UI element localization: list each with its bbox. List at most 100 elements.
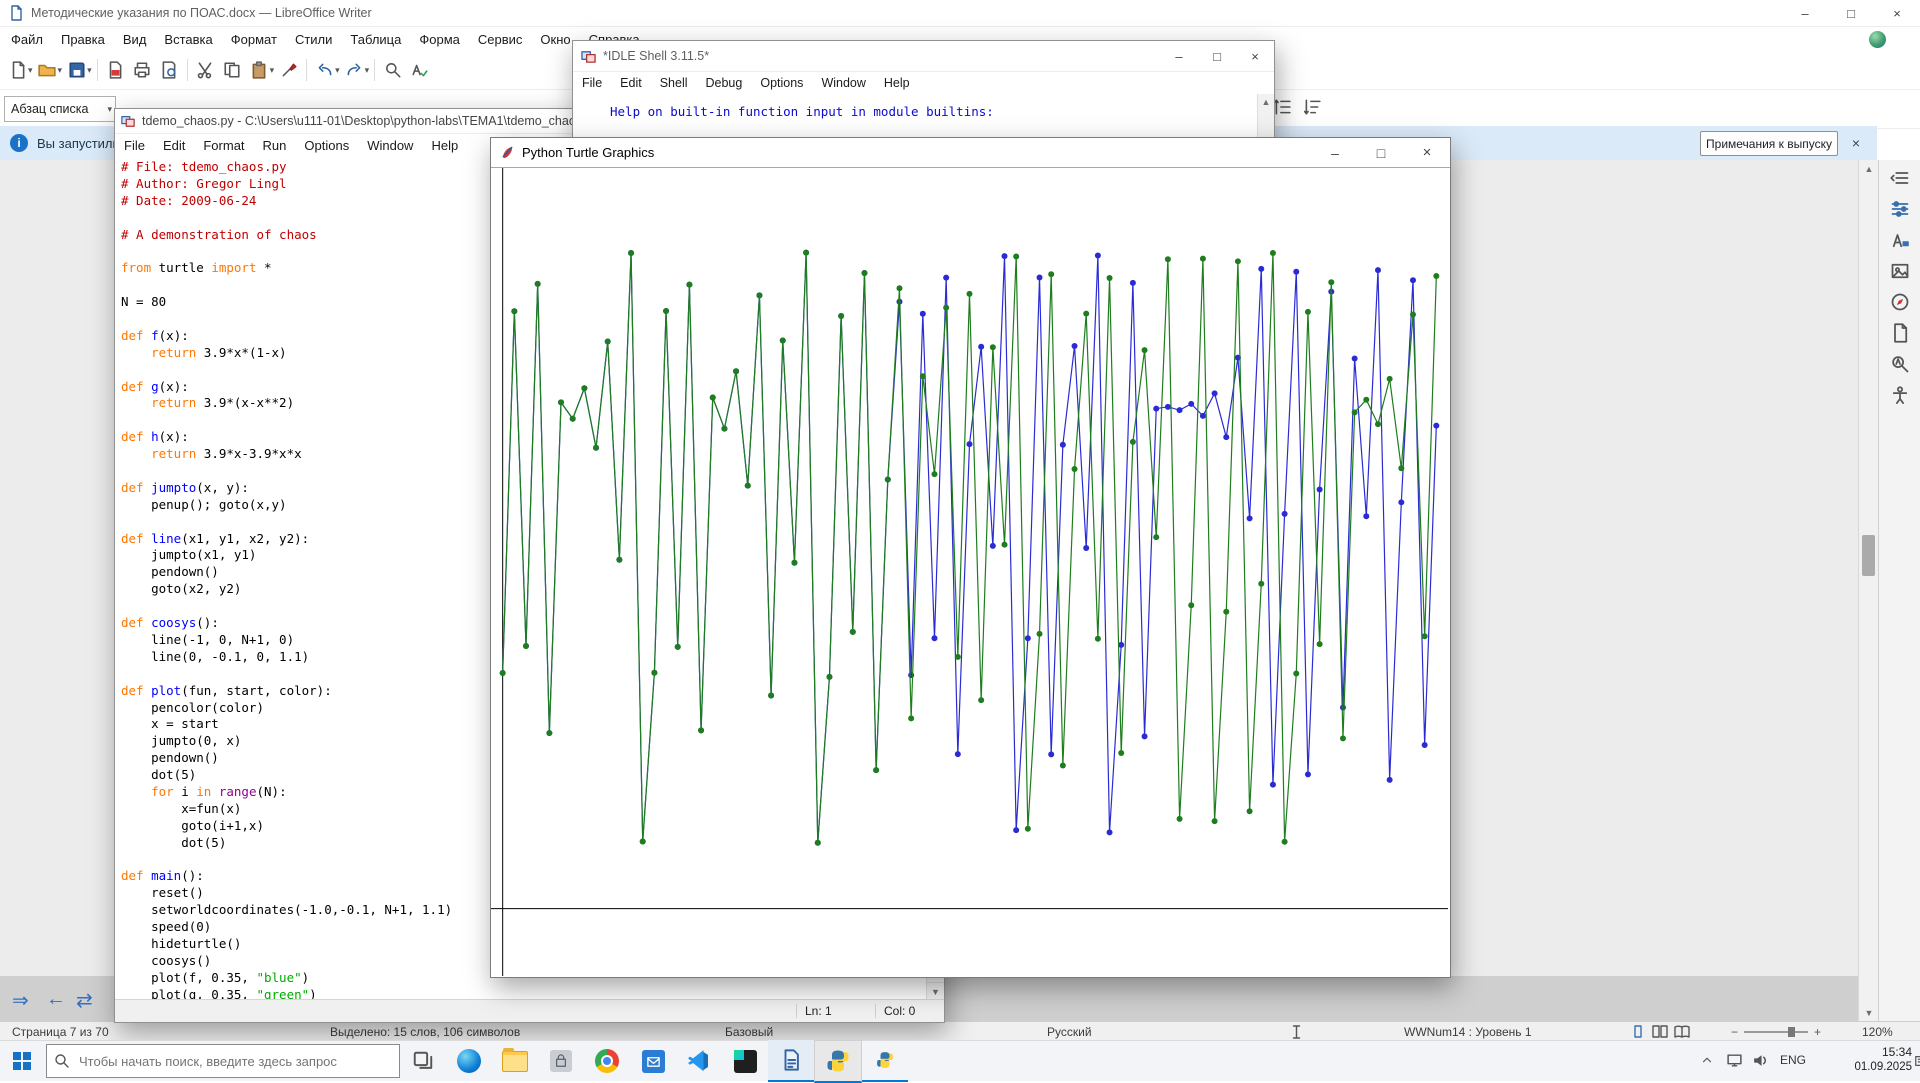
sidebar-menu-icon[interactable] — [1887, 165, 1913, 191]
turtle-maximize-button[interactable]: □ — [1358, 138, 1404, 167]
editor-menu-run[interactable]: Run — [254, 135, 296, 156]
status-selection[interactable]: Выделено: 15 слов, 106 символов — [330, 1025, 520, 1039]
clock[interactable]: 15:34 01.09.2025 — [1836, 1045, 1912, 1075]
zoom-out-icon[interactable]: − — [1731, 1025, 1738, 1039]
clone-formatting-icon[interactable] — [275, 57, 302, 83]
editor-menu-file[interactable]: File — [115, 135, 154, 156]
start-button[interactable] — [2, 1041, 42, 1081]
writer-menu-table[interactable]: Таблица — [341, 29, 410, 50]
taskbar-search[interactable] — [46, 1044, 400, 1078]
scroll-up-icon[interactable]: ▲ — [1859, 160, 1879, 177]
idle-maximize-button[interactable]: □ — [1198, 41, 1236, 71]
multi-page-view-icon[interactable] — [1652, 1025, 1668, 1039]
store-icon[interactable] — [538, 1041, 584, 1081]
nav-back-icon[interactable]: ← — [46, 988, 66, 1011]
writer-minimize-button[interactable]: – — [1782, 0, 1828, 26]
selection-mode-icon[interactable] — [1290, 1025, 1303, 1039]
pycharm-icon[interactable] — [722, 1041, 768, 1081]
idle-taskbar-icon[interactable] — [814, 1039, 862, 1083]
editor-menu-edit[interactable]: Edit — [154, 135, 194, 156]
chrome-icon[interactable] — [584, 1041, 630, 1081]
status-numbering[interactable]: WWNum14 : Уровень 1 — [1404, 1025, 1532, 1039]
release-notes-button[interactable]: Примечания к выпуску — [1700, 131, 1838, 156]
writer-menu-form[interactable]: Форма — [410, 29, 469, 50]
task-view-button[interactable] — [400, 1041, 446, 1081]
writer-menu-tools[interactable]: Сервис — [469, 29, 532, 50]
shell-menu-options[interactable]: Options — [751, 73, 812, 93]
writer-taskbar-icon[interactable] — [768, 1040, 814, 1082]
writer-menu-styles[interactable]: Стили — [286, 29, 341, 50]
undo-dropdown-icon[interactable]: ▾ — [335, 65, 340, 76]
zoom-slider-thumb[interactable] — [1788, 1027, 1795, 1037]
zoom-slider[interactable] — [1744, 1027, 1808, 1037]
network-icon[interactable] — [1726, 1052, 1743, 1069]
writer-menu-edit[interactable]: Правка — [52, 29, 114, 50]
open-file-icon[interactable] — [34, 57, 61, 83]
writer-menu-view[interactable]: Вид — [114, 29, 156, 50]
paragraph-style-combo[interactable]: Абзац списка ▾ — [4, 96, 116, 122]
paste-dropdown-icon[interactable]: ▾ — [270, 65, 275, 76]
paste-icon[interactable] — [246, 57, 273, 83]
shell-menu-edit[interactable]: Edit — [611, 73, 651, 93]
shell-menu-shell[interactable]: Shell — [651, 73, 697, 93]
editor-scroll-down-icon[interactable]: ▼ — [927, 982, 944, 1000]
mail-icon[interactable] — [630, 1041, 676, 1081]
paragraph-style-dropdown-icon[interactable]: ▾ — [107, 104, 112, 115]
file-explorer-icon[interactable] — [492, 1041, 538, 1081]
redo-dropdown-icon[interactable]: ▾ — [365, 65, 370, 76]
editor-menu-window[interactable]: Window — [358, 135, 422, 156]
writer-menu-insert[interactable]: Вставка — [155, 29, 221, 50]
vscode-icon[interactable] — [676, 1041, 722, 1081]
copy-icon[interactable] — [219, 57, 246, 83]
editor-menu-options[interactable]: Options — [295, 135, 358, 156]
libreoffice-logo-icon[interactable] — [1869, 30, 1886, 48]
status-language[interactable]: Русский — [1047, 1025, 1092, 1039]
writer-vertical-scrollbar[interactable]: ▲ ▼ — [1858, 160, 1879, 1021]
status-zoom[interactable]: 120% — [1862, 1025, 1893, 1039]
scroll-down-icon[interactable]: ▼ — [1859, 1004, 1879, 1021]
page-deck-icon[interactable] — [1887, 320, 1913, 346]
writer-scrollbar-thumb[interactable] — [1862, 535, 1875, 576]
action-center-icon[interactable] — [1914, 1054, 1920, 1068]
editor-menu-help[interactable]: Help — [422, 135, 467, 156]
export-pdf-icon[interactable] — [102, 57, 129, 83]
single-page-view-icon[interactable] — [1630, 1025, 1646, 1039]
cut-icon[interactable] — [192, 57, 219, 83]
save-icon[interactable] — [63, 57, 90, 83]
language-indicator[interactable]: ENG — [1780, 1053, 1806, 1067]
writer-menu-file[interactable]: Файл — [2, 29, 52, 50]
print-icon[interactable] — [129, 57, 156, 83]
nav-switch-icon[interactable]: ⇄ — [76, 988, 93, 1013]
status-page-style[interactable]: Базовый — [725, 1025, 773, 1039]
gallery-icon[interactable] — [1887, 258, 1913, 284]
shell-scroll-up-icon[interactable]: ▲ — [1258, 94, 1274, 110]
spelling-icon[interactable] — [406, 57, 433, 83]
print-preview-icon[interactable] — [156, 57, 183, 83]
sort-descending-icon[interactable] — [1298, 94, 1325, 120]
turtle-minimize-button[interactable]: – — [1312, 138, 1358, 167]
nav-forward-icon[interactable]: ⇒ — [12, 988, 29, 1013]
redo-icon[interactable] — [341, 57, 368, 83]
status-page[interactable]: Страница 7 из 70 — [12, 1025, 109, 1039]
book-view-icon[interactable] — [1674, 1025, 1690, 1039]
editor-menu-format[interactable]: Format — [194, 135, 253, 156]
shell-menu-help[interactable]: Help — [875, 73, 919, 93]
open-file-dropdown-icon[interactable]: ▾ — [58, 65, 63, 76]
zoom-in-icon[interactable]: + — [1814, 1025, 1821, 1039]
idle-shell-titlebar[interactable]: *IDLE Shell 3.11.5* – □ × — [573, 41, 1274, 72]
new-document-icon[interactable] — [4, 57, 31, 83]
search-input[interactable] — [77, 1052, 399, 1070]
volume-icon[interactable] — [1752, 1052, 1769, 1069]
properties-icon[interactable] — [1887, 196, 1913, 222]
writer-menu-format[interactable]: Формат — [222, 29, 286, 50]
shell-menu-window[interactable]: Window — [812, 73, 874, 93]
writer-maximize-button[interactable]: □ — [1828, 0, 1874, 26]
styles-icon[interactable] — [1887, 227, 1913, 253]
shell-menu-debug[interactable]: Debug — [697, 73, 752, 93]
tray-chevron-icon[interactable] — [1700, 1053, 1714, 1067]
shell-menu-file[interactable]: File — [573, 73, 611, 93]
undo-icon[interactable] — [311, 57, 338, 83]
save-dropdown-icon[interactable]: ▾ — [87, 65, 92, 76]
idle-close-button[interactable]: × — [1236, 41, 1274, 71]
infobar-close-icon[interactable]: × — [1846, 133, 1866, 153]
